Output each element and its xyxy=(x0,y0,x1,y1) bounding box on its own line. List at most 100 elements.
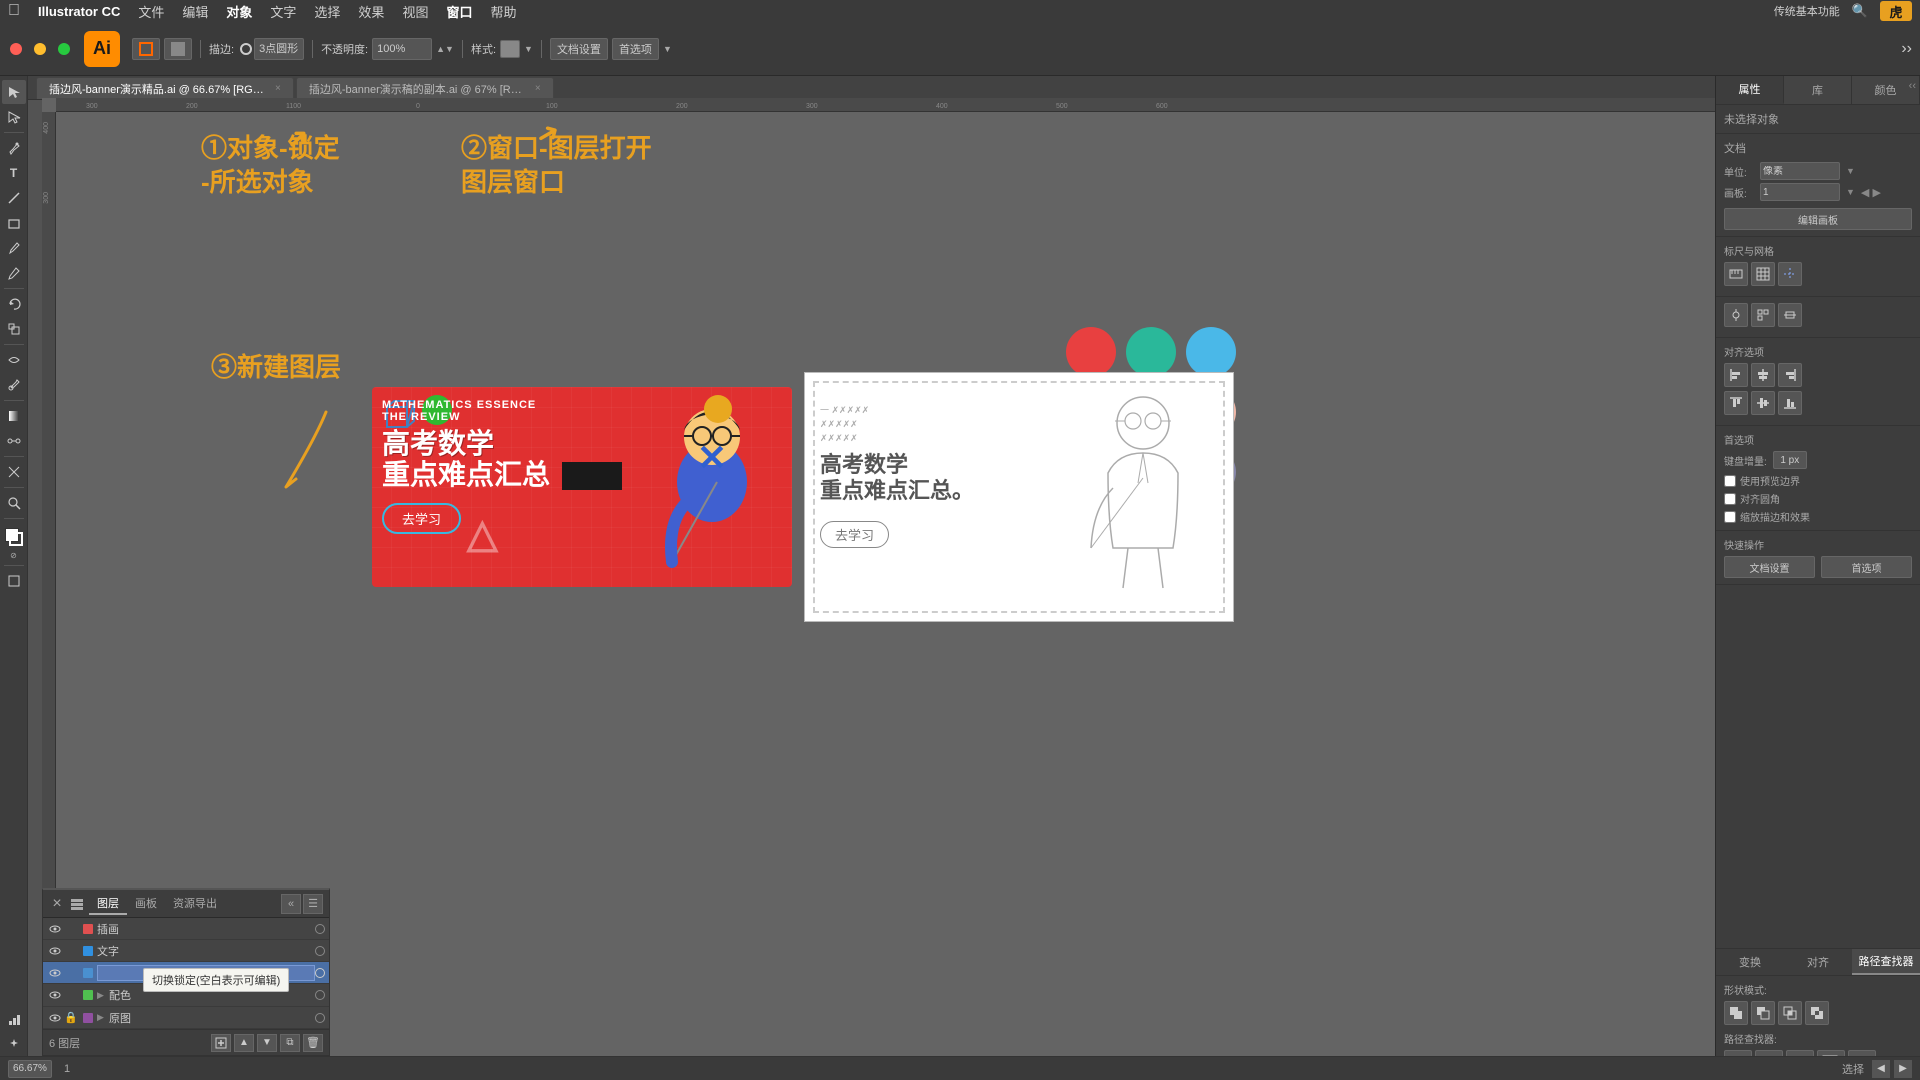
properties-tab[interactable]: 属性 xyxy=(1716,76,1784,104)
doc-settings-btn[interactable]: 文档设置 xyxy=(550,38,608,60)
round-corners-label[interactable]: 对齐圆角 xyxy=(1724,491,1912,506)
doc-settings-quick-btn[interactable]: 文档设置 xyxy=(1724,556,1815,578)
exclude-btn[interactable] xyxy=(1805,1001,1829,1025)
artboard-arrow[interactable]: ▼ xyxy=(1846,187,1855,197)
fill-color-btn[interactable] xyxy=(164,38,192,60)
style-swatch[interactable] xyxy=(500,40,520,58)
gradient-tool[interactable] xyxy=(2,404,26,428)
layer-eye-chadraw[interactable] xyxy=(47,921,63,937)
menu-text[interactable]: 文字 xyxy=(270,2,296,21)
snap-point-icon[interactable] xyxy=(1724,303,1748,327)
direct-selection-tool[interactable] xyxy=(2,105,26,129)
expand-all-btn[interactable]: « xyxy=(281,894,301,914)
type-tool[interactable]: T xyxy=(2,161,26,185)
layer-lock-paise[interactable] xyxy=(63,987,79,1003)
menu-select[interactable]: 选择 xyxy=(314,2,340,21)
align-bottom-icon[interactable] xyxy=(1778,391,1802,415)
scale-tool[interactable] xyxy=(2,317,26,341)
layer-lock-original[interactable]: 🔒 xyxy=(63,1010,79,1026)
zoom-select[interactable]: 66.67% 100% 50% xyxy=(8,1060,52,1078)
apple-icon[interactable]:  xyxy=(8,2,20,20)
layer-item-original[interactable]: 🔒 ▶ 原图 xyxy=(43,1007,329,1029)
panel-collapse[interactable]: ‹‹ xyxy=(1909,80,1916,92)
layer-down-btn[interactable]: ▼ xyxy=(257,1034,277,1052)
stroke-box[interactable] xyxy=(9,532,23,546)
layer-lock-chadraw[interactable] xyxy=(63,921,79,937)
opacity-arrows[interactable]: ▲▼ xyxy=(436,44,454,54)
snap-align-icon[interactable] xyxy=(1778,303,1802,327)
layers-tab-assets[interactable]: 资源导出 xyxy=(165,893,225,915)
layer-eye-editing[interactable] xyxy=(47,965,63,981)
new-layer-btn[interactable] xyxy=(211,1034,231,1052)
pathfinder-tab[interactable]: 路径查找器 xyxy=(1852,949,1920,975)
play-btn[interactable]: ▶ xyxy=(1894,1060,1912,1078)
layer-item-text[interactable]: 文字 xyxy=(43,940,329,962)
minimize-btn[interactable] xyxy=(34,43,46,55)
artboard-select[interactable]: 1 xyxy=(1760,183,1840,201)
preferences-btn[interactable]: 首选项 xyxy=(612,38,659,60)
panel-close-icon[interactable]: × xyxy=(42,76,62,100)
ruler-icon[interactable] xyxy=(1724,262,1748,286)
guides-icon[interactable] xyxy=(1778,262,1802,286)
delete-layer-btn[interactable]: 🗑 xyxy=(303,1034,323,1052)
stroke-color-btn[interactable] xyxy=(132,38,160,60)
unite-btn[interactable] xyxy=(1724,1001,1748,1025)
change-screen-mode[interactable] xyxy=(2,569,26,593)
libraries-tab[interactable]: 库 xyxy=(1784,76,1852,104)
grid-icon[interactable] xyxy=(1751,262,1775,286)
menu-file[interactable]: 文件 xyxy=(138,2,164,21)
layers-collapse-btn[interactable]: × xyxy=(49,896,65,912)
transform-tab[interactable]: 变换 xyxy=(1716,949,1784,975)
selection-tool[interactable] xyxy=(2,80,26,104)
menu-edit[interactable]: 编辑 xyxy=(182,2,208,21)
maximize-btn[interactable] xyxy=(58,43,70,55)
intersect-btn[interactable] xyxy=(1778,1001,1802,1025)
search-icon[interactable]: 🔍 xyxy=(1852,3,1868,19)
menu-object[interactable]: 对象 xyxy=(226,2,252,21)
blend-tool[interactable] xyxy=(2,429,26,453)
layer-up-btn[interactable]: ▲ xyxy=(234,1034,254,1052)
layer-eye-original[interactable] xyxy=(47,1010,63,1026)
align-center-h-icon[interactable] xyxy=(1751,363,1775,387)
cta-button[interactable]: 去学习 xyxy=(382,503,461,534)
unit-select[interactable]: 像素 毫米 厘米 xyxy=(1760,162,1840,180)
preview-bounds-label[interactable]: 使用预览边界 xyxy=(1724,473,1912,488)
artboard-nav[interactable]: ◀ ▶ xyxy=(1861,186,1881,199)
tab-2[interactable]: 插边风-banner演示稿的副本.ai @ 67% [RGB/GPU 预览] × xyxy=(296,77,554,99)
prev-btn[interactable]: ◀ xyxy=(1872,1060,1890,1078)
align-top-icon[interactable] xyxy=(1724,391,1748,415)
more-arrow[interactable]: ▼ xyxy=(663,44,672,54)
anti-alias-label[interactable]: 缩放描边和效果 xyxy=(1724,509,1912,524)
anti-alias-checkbox[interactable] xyxy=(1724,511,1736,523)
edit-artboard-btn[interactable]: 编辑画板 xyxy=(1724,208,1912,230)
pencil-tool[interactable] xyxy=(2,261,26,285)
align-left-icon[interactable] xyxy=(1724,363,1748,387)
tab-1-close[interactable]: × xyxy=(275,83,281,94)
pen-tool[interactable] xyxy=(2,136,26,160)
menu-effect[interactable]: 效果 xyxy=(358,2,384,21)
round-corners-checkbox[interactable] xyxy=(1724,493,1736,505)
rect-tool[interactable] xyxy=(2,211,26,235)
paintbrush-tool[interactable] xyxy=(2,236,26,260)
align-tab[interactable]: 对齐 xyxy=(1784,949,1852,975)
style-arrow[interactable]: ▼ xyxy=(524,44,533,54)
layer-lock-text[interactable] xyxy=(63,943,79,959)
zoom-tool[interactable] xyxy=(2,491,26,515)
layer-expand-original[interactable]: ▶ xyxy=(97,1012,109,1023)
layer-eye-paise[interactable] xyxy=(47,987,63,1003)
line-tool[interactable] xyxy=(2,186,26,210)
menu-window[interactable]: 窗口 xyxy=(446,2,472,21)
menu-help[interactable]: 帮助 xyxy=(490,2,516,21)
tab-2-close[interactable]: × xyxy=(535,83,541,94)
panel-menu-btn[interactable]: ☰ xyxy=(303,894,323,914)
layer-item-chadraw[interactable]: 插画 xyxy=(43,918,329,940)
chart-tool[interactable] xyxy=(2,1008,26,1032)
fill-stroke-indicator[interactable] xyxy=(3,526,25,548)
eyedropper-tool[interactable] xyxy=(2,373,26,397)
preview-bounds-checkbox[interactable] xyxy=(1724,475,1736,487)
panel-toggle[interactable]: ›› xyxy=(1901,40,1912,58)
layers-tab-artboard[interactable]: 画板 xyxy=(127,893,165,915)
layers-tab-layers[interactable]: 图层 xyxy=(89,893,127,915)
layer-eye-text[interactable] xyxy=(47,943,63,959)
keyboard-increment-input[interactable] xyxy=(1773,451,1807,469)
